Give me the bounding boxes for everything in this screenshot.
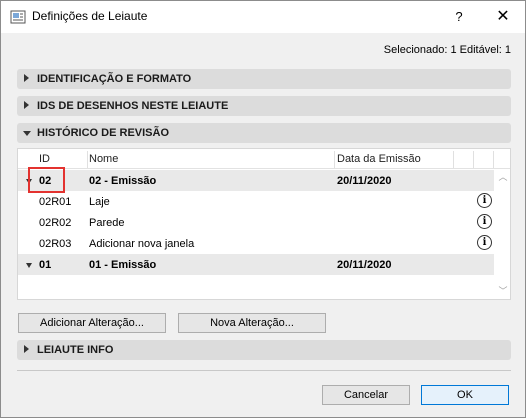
table-row[interactable]: 02R03 Adicionar nova janela i (18, 233, 494, 254)
column-header-date[interactable]: Data da Emissão (337, 153, 421, 165)
column-divider (453, 151, 454, 168)
row-name: Adicionar nova janela (89, 238, 195, 250)
close-button[interactable]: ✕ (485, 1, 521, 33)
window-title: Definições de Leiaute (32, 9, 148, 23)
expand-arrow-icon (24, 101, 29, 109)
row-date: 20/11/2020 (337, 259, 392, 271)
section-layout-info[interactable]: LEIAUTE INFO (17, 340, 511, 360)
section-label: IDENTIFICAÇÃO E FORMATO (37, 73, 192, 85)
row-name: Laje (89, 196, 110, 208)
section-label: LEIAUTE INFO (37, 344, 114, 356)
table-row-issue-02[interactable]: 02 02 - Emissão 20/11/2020 (18, 170, 494, 191)
column-header-id[interactable]: ID (39, 153, 50, 165)
table-header: ID Nome Data da Emissão (18, 149, 510, 169)
collapse-arrow-icon[interactable] (26, 263, 32, 268)
info-icon[interactable]: i (477, 235, 492, 250)
info-icon[interactable]: i (477, 193, 492, 208)
row-id: 02R03 (39, 238, 72, 250)
highlight-box (28, 167, 65, 193)
section-label: IDS DE DESENHOS NESTE LEIAUTE (37, 100, 229, 112)
row-name: Parede (89, 217, 125, 229)
table-row[interactable]: 02R02 Parede i (18, 212, 494, 233)
column-divider (473, 151, 474, 168)
selection-info: Selecionado: 1 Editável: 1 (383, 44, 511, 56)
column-divider (493, 151, 494, 168)
help-button[interactable]: ? (442, 1, 476, 33)
row-id: 01 (39, 259, 52, 271)
row-id: 02R02 (39, 217, 72, 229)
scroll-up-icon[interactable]: ︿ (497, 171, 509, 183)
expand-arrow-icon (24, 74, 29, 82)
section-drawing-ids[interactable]: IDS DE DESENHOS NESTE LEIAUTE (17, 96, 511, 116)
expand-arrow-icon (24, 345, 29, 353)
layout-settings-dialog: Definições de Leiaute ? ✕ Selecionado: 1… (0, 0, 526, 418)
row-id: 02R01 (39, 196, 72, 208)
column-divider (334, 151, 335, 168)
section-revision-history[interactable]: HISTÓRICO DE REVISÃO (17, 123, 511, 143)
collapse-arrow-icon (23, 131, 31, 136)
info-icon[interactable]: i (477, 214, 492, 229)
title-bar: Definições de Leiaute ? ✕ (1, 1, 525, 33)
layout-settings-icon (10, 10, 26, 24)
new-change-button[interactable]: Nova Alteração... (178, 313, 326, 333)
scroll-down-icon[interactable]: ﹀ (497, 285, 509, 297)
revision-table: ID Nome Data da Emissão 02 02 - Emissão … (17, 148, 511, 300)
row-name: 02 - Emissão (89, 175, 157, 187)
table-row[interactable]: 02R01 Laje i (18, 191, 494, 212)
cancel-button[interactable]: Cancelar (322, 385, 410, 405)
row-date: 20/11/2020 (337, 175, 392, 187)
table-row-issue-01[interactable]: 01 01 - Emissão 20/11/2020 (18, 254, 494, 275)
section-identification[interactable]: IDENTIFICAÇÃO E FORMATO (17, 69, 511, 89)
section-label: HISTÓRICO DE REVISÃO (37, 127, 170, 139)
column-header-name[interactable]: Nome (89, 153, 118, 165)
footer-divider (17, 370, 511, 371)
column-divider (87, 151, 88, 168)
add-change-button[interactable]: Adicionar Alteração... (18, 313, 166, 333)
ok-button[interactable]: OK (421, 385, 509, 405)
row-name: 01 - Emissão (89, 259, 157, 271)
